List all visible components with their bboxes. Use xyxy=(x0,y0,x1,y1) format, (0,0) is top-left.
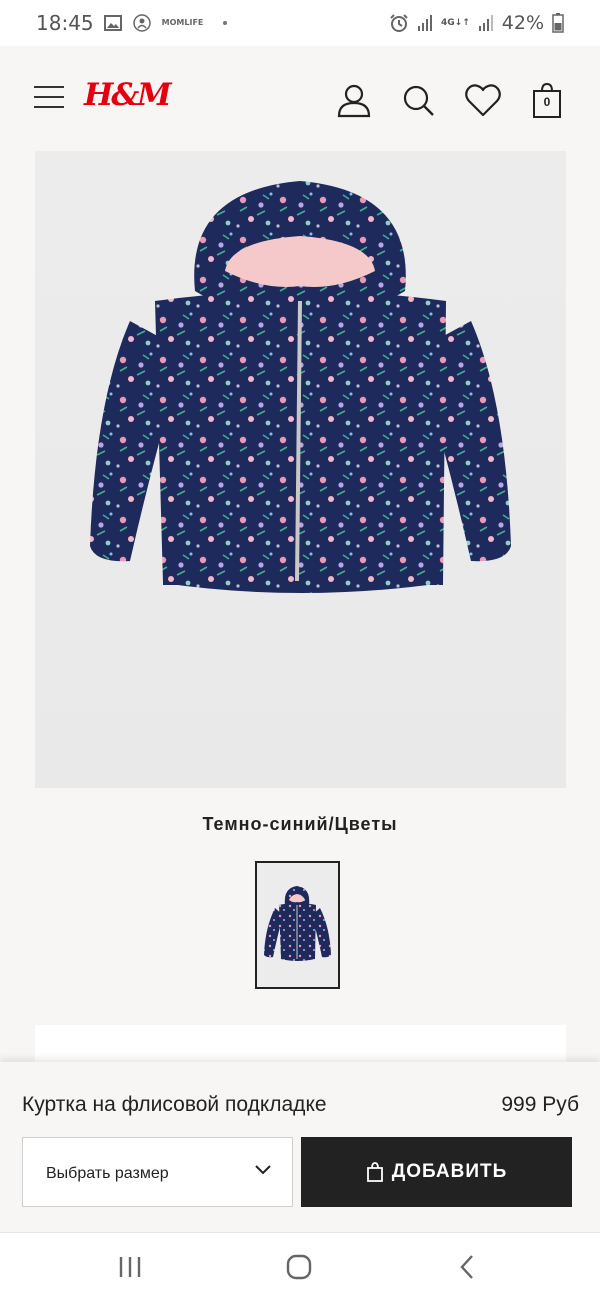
add-to-cart-label: ДОБАВИТЬ xyxy=(391,1161,508,1182)
search-button[interactable] xyxy=(398,80,438,120)
add-to-cart-button[interactable]: ДОБАВИТЬ xyxy=(301,1137,572,1207)
mom-life-icon: MOM LIFE xyxy=(161,18,204,27)
back-arrow-icon xyxy=(460,1255,473,1279)
search-icon xyxy=(403,85,434,116)
back-button[interactable] xyxy=(447,1251,487,1283)
heart-icon xyxy=(465,84,501,117)
home-button[interactable] xyxy=(279,1251,319,1283)
jacket-image xyxy=(90,181,511,593)
size-select[interactable]: Выбрать размер xyxy=(22,1137,293,1207)
menu-button[interactable] xyxy=(34,86,64,110)
mom-life-app-icon xyxy=(132,13,152,33)
product-title: Куртка на флисовой подкладке xyxy=(22,1093,327,1116)
product-image[interactable] xyxy=(35,151,566,788)
purchase-bar: Куртка на флисовой подкладке 999 Руб Выб… xyxy=(0,1062,600,1232)
shopping-bag-icon xyxy=(366,1162,383,1182)
battery-percent: 42% xyxy=(501,12,544,34)
recent-apps-button[interactable] xyxy=(110,1251,150,1283)
favorites-button[interactable] xyxy=(463,80,503,120)
signal-icon-2 xyxy=(478,14,494,32)
image-icon xyxy=(103,15,122,31)
status-time: 18:45 xyxy=(36,11,94,35)
home-icon xyxy=(286,1254,312,1280)
network-type-label: 4G ↓↑ xyxy=(441,17,470,28)
hamburger-icon xyxy=(34,86,64,88)
color-swatch-thumbnail[interactable] xyxy=(255,861,340,989)
product-price: 999 Руб xyxy=(501,1093,579,1116)
battery-icon xyxy=(552,13,564,33)
site-header: H&M 0 xyxy=(0,46,600,150)
status-bar: 18:45 MOM LIFE 4G ↓↑ 42% xyxy=(0,0,600,46)
size-select-label: Выбрать размер xyxy=(46,1165,169,1182)
signal-icon-1 xyxy=(417,14,433,32)
cart-count-badge: 0 xyxy=(543,95,551,109)
jacket-thumbnail-image xyxy=(264,886,331,961)
system-navigation-bar xyxy=(0,1232,600,1299)
user-icon xyxy=(337,84,371,118)
chevron-down-icon xyxy=(255,1165,271,1175)
notification-dot-icon xyxy=(223,21,228,25)
hm-logo[interactable]: H&M xyxy=(84,77,172,113)
product-color-name: Темно-синий/Цветы xyxy=(202,814,398,834)
cart-button[interactable]: 0 xyxy=(527,80,567,120)
account-button[interactable] xyxy=(334,80,374,120)
alarm-icon xyxy=(389,13,409,33)
recent-apps-icon xyxy=(119,1257,141,1277)
